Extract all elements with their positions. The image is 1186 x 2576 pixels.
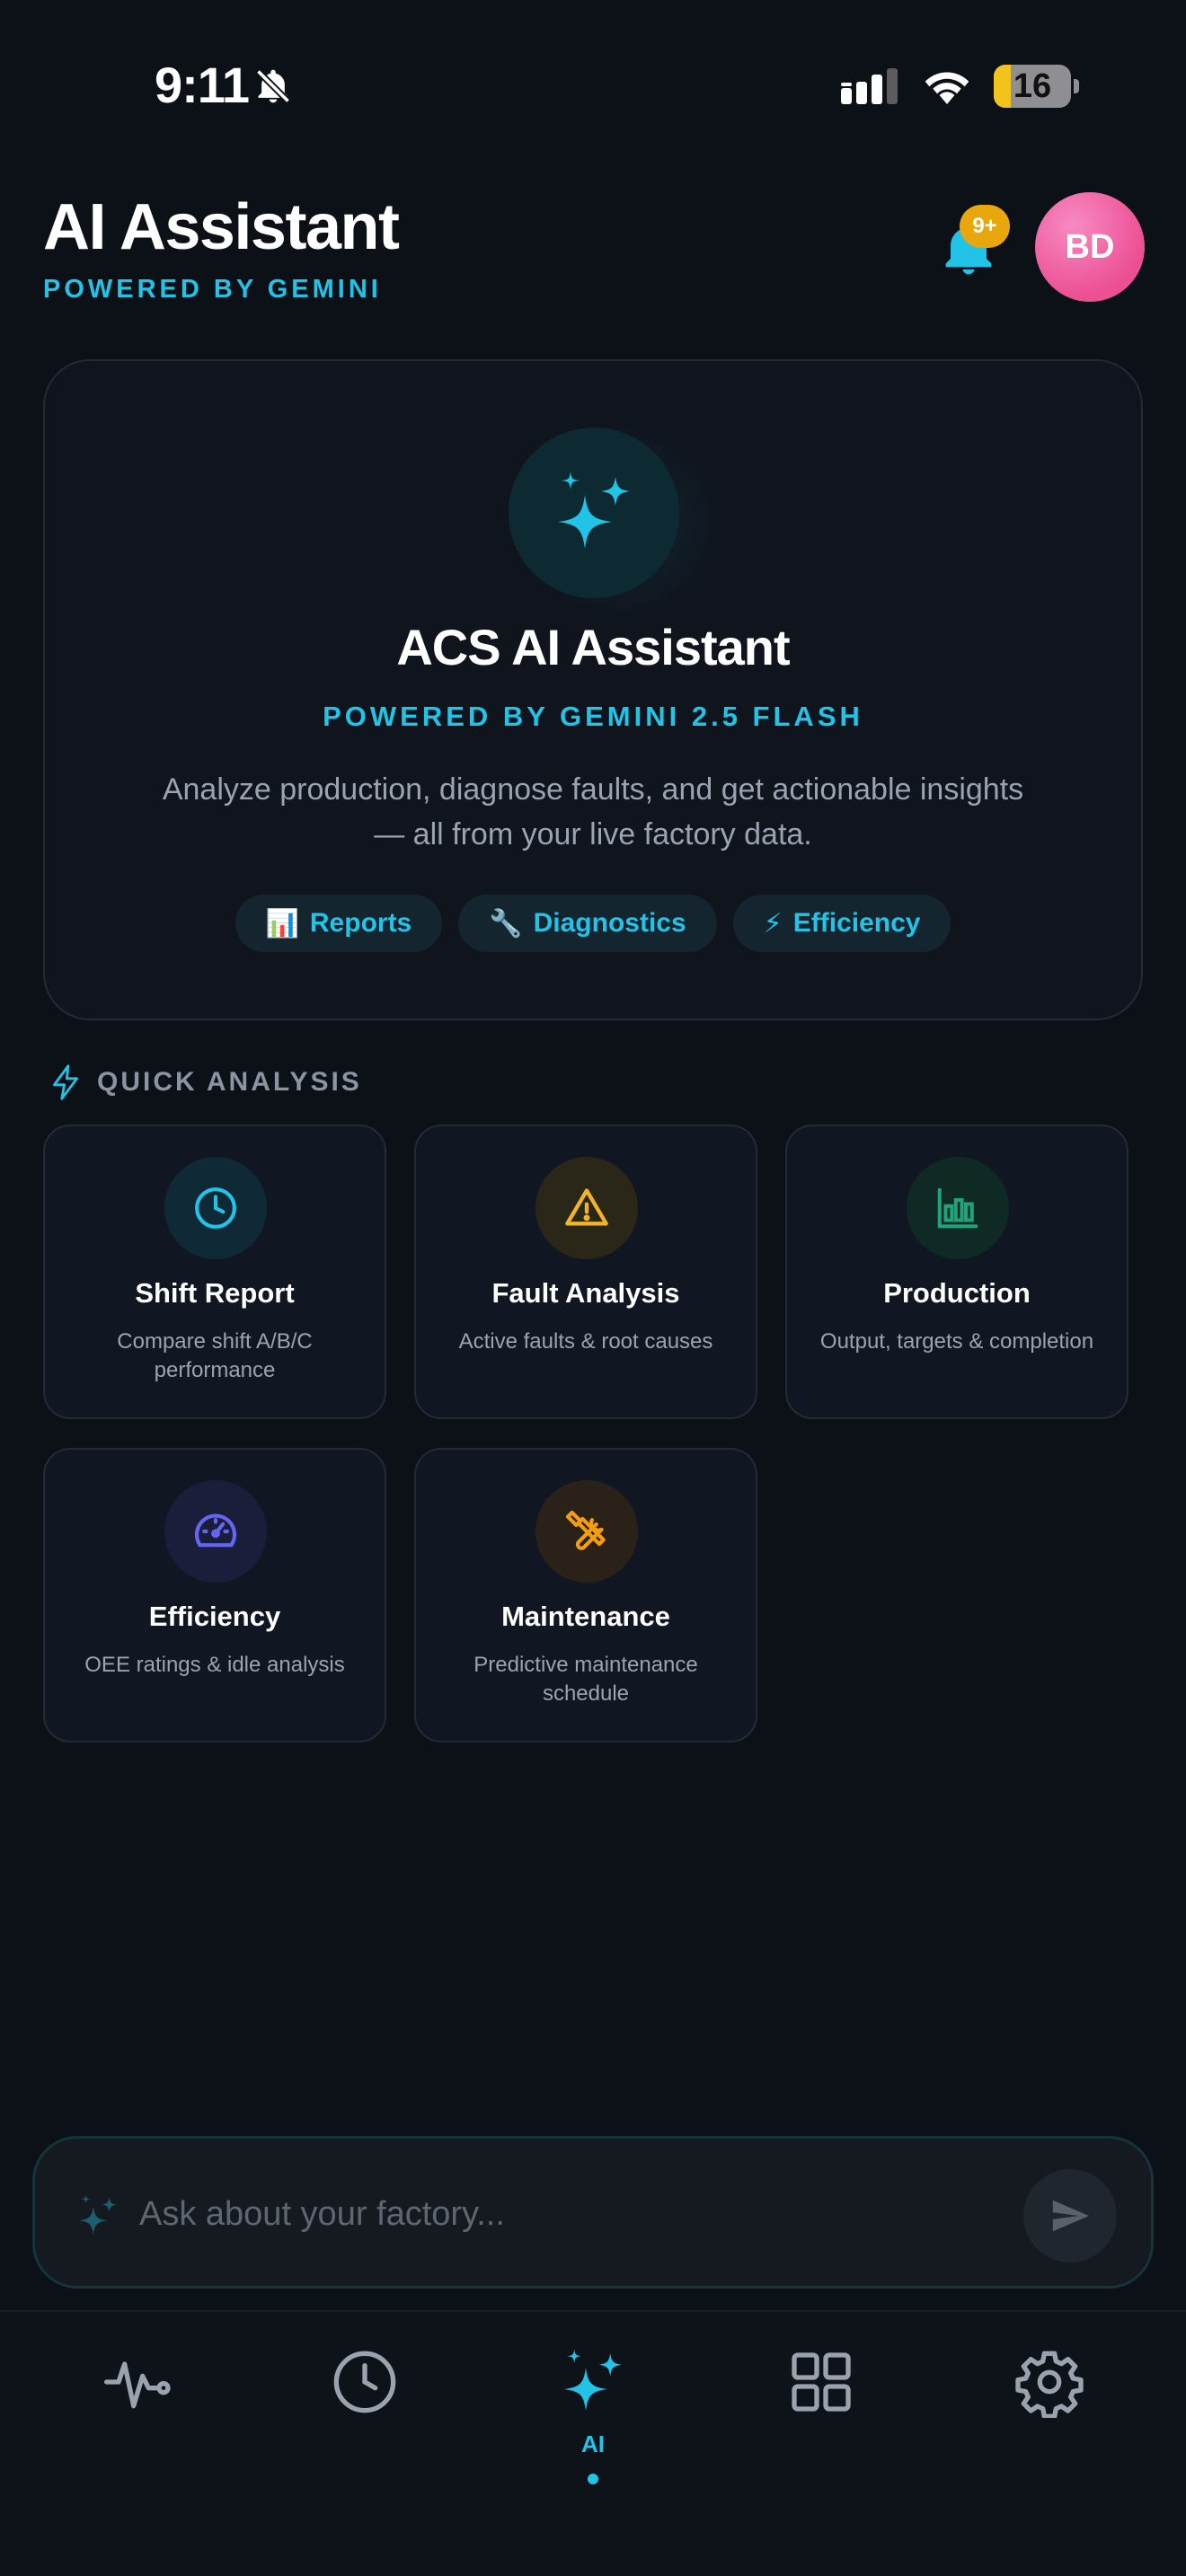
status-time: 9:11 — [155, 57, 250, 113]
chip-efficiency[interactable]: ⚡ Efficiency — [732, 895, 951, 952]
wifi-icon — [925, 72, 969, 104]
card-title: Maintenance — [501, 1601, 670, 1632]
quick-production-card[interactable]: Production Output, targets & completion — [785, 1125, 1128, 1419]
hero-subtitle: POWERED BY GEMINI 2.5 FLASH — [323, 701, 863, 732]
chat-input[interactable] — [139, 2180, 948, 2248]
lightning-icon — [53, 1064, 78, 1100]
chip-reports[interactable]: 📊 Reports — [235, 895, 443, 952]
nav-item-apps[interactable] — [749, 2346, 893, 2490]
hero-title: ACS AI Assistant — [396, 619, 790, 675]
sparkles-icon — [564, 2349, 622, 2411]
card-title: Shift Report — [135, 1277, 295, 1309]
card-description: Predictive maintenance schedule — [474, 1653, 698, 1706]
gauge-icon — [194, 1513, 237, 1548]
page-subtitle: POWERED BY GEMINI — [43, 275, 382, 304]
nav-item-activity[interactable] — [65, 2346, 208, 2490]
section-title: QUICK ANALYSIS — [97, 1067, 362, 1097]
quick-efficiency-card[interactable]: Efficiency OEE ratings & idle analysis — [43, 1448, 386, 1742]
bell-slash-icon — [255, 68, 291, 104]
grid-icon — [792, 2352, 851, 2412]
hero-description: Analyze production, diagnose faults, and… — [162, 772, 1024, 851]
notification-badge: 9+ — [960, 205, 1010, 248]
battery-cap — [1074, 79, 1079, 93]
nav-item-history[interactable] — [293, 2346, 437, 2490]
chip-label: Reports — [309, 908, 412, 938]
clock-icon — [333, 2351, 396, 2413]
send-button[interactable] — [1023, 2169, 1117, 2263]
quick-fault-analysis-card[interactable]: Fault Analysis Active faults & root caus… — [414, 1125, 757, 1419]
icon-container — [535, 1480, 638, 1583]
nav-label-ai: AI — [581, 2430, 605, 2457]
chip-label: Efficiency — [792, 908, 921, 938]
wrench-emoji-icon: 🔧 — [489, 908, 523, 939]
card-description: Active faults & root causes — [458, 1329, 713, 1354]
card-title: Production — [883, 1277, 1031, 1309]
card-title: Fault Analysis — [491, 1277, 680, 1309]
quick-analysis-heading: QUICK ANALYSIS — [50, 1063, 362, 1101]
lightning-emoji-icon: ⚡ — [763, 908, 783, 939]
icon-container — [164, 1157, 267, 1259]
quick-maintenance-card[interactable]: Maintenance Predictive maintenance sched… — [414, 1448, 757, 1742]
icon-container — [535, 1157, 638, 1259]
card-description: Output, targets & completion — [819, 1329, 1094, 1354]
hero-icon-container — [509, 428, 679, 598]
sparkles-icon — [79, 2194, 117, 2235]
chip-diagnostics[interactable]: 🔧 Diagnostics — [458, 895, 717, 952]
bottom-nav: AI — [0, 2310, 1186, 2576]
warning-icon — [565, 1188, 608, 1226]
chat-input-bar — [32, 2136, 1154, 2289]
gear-icon — [1015, 2351, 1084, 2418]
card-title: Efficiency — [148, 1601, 281, 1632]
card-description: Compare shift A/B/C performance — [117, 1329, 313, 1382]
icon-container — [164, 1480, 267, 1583]
page-title: AI Assistant — [43, 191, 400, 263]
chip-label: Diagnostics — [533, 908, 686, 938]
battery-icon: 16 — [994, 65, 1071, 108]
active-indicator-dot — [588, 2474, 598, 2484]
bar-chart-icon — [937, 1187, 978, 1229]
avatar[interactable]: BD — [1035, 192, 1145, 302]
activity-icon — [104, 2361, 171, 2409]
battery-level: 16 — [1013, 67, 1052, 105]
sparkles-icon — [558, 472, 630, 549]
signal-icon — [841, 68, 898, 104]
tools-icon — [565, 1510, 606, 1550]
send-icon — [1052, 2200, 1090, 2232]
nav-item-ai[interactable]: AI — [521, 2346, 665, 2490]
bar-chart-emoji-icon: 📊 — [265, 908, 299, 939]
clock-icon — [195, 1187, 236, 1229]
icon-container — [907, 1157, 1009, 1259]
card-description: OEE ratings & idle analysis — [84, 1653, 345, 1677]
nav-item-settings[interactable] — [978, 2346, 1121, 2490]
capability-chips: 📊 Reports 🔧 Diagnostics ⚡ Efficiency — [45, 895, 1141, 952]
quick-shift-report-card[interactable]: Shift Report Compare shift A/B/C perform… — [43, 1125, 386, 1419]
assistant-intro-card: ACS AI Assistant POWERED BY GEMINI 2.5 F… — [43, 359, 1143, 1020]
